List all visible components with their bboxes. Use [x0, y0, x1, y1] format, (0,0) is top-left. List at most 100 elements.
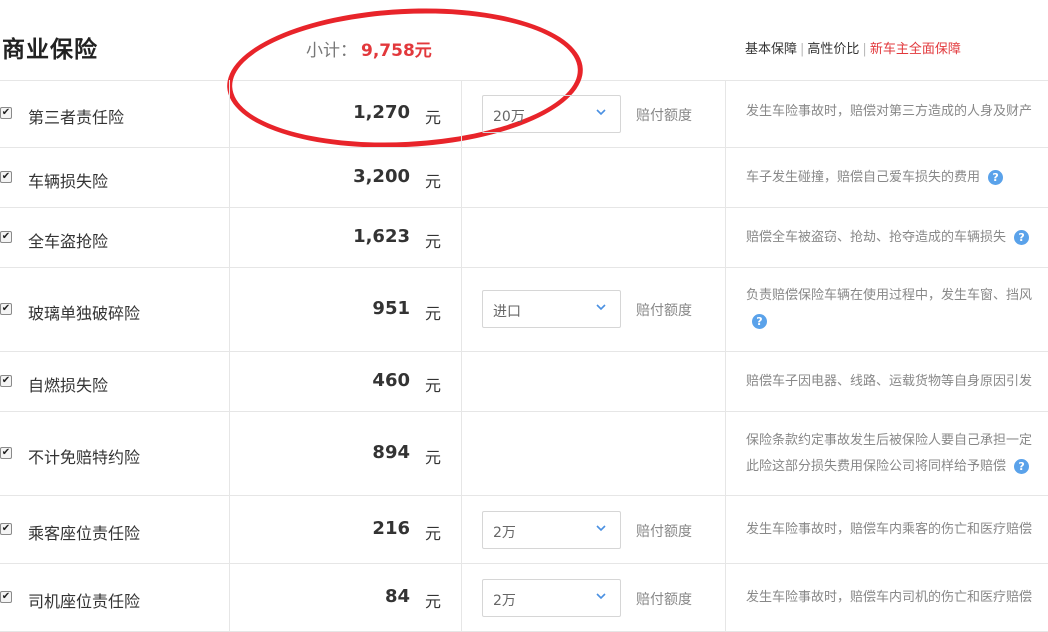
- divider: [725, 564, 726, 631]
- divider: [229, 208, 230, 267]
- plan-link-new-owner[interactable]: 新车主全面保障: [870, 42, 961, 57]
- insurance-price: 1,270: [353, 102, 410, 123]
- amount-label: 赔付额度: [636, 108, 692, 124]
- description-text: 保险条款约定事故发生后被保险人要自己承担一定: [746, 433, 1033, 448]
- description-text: 发生车险事故时，赔偿车内乘客的伤亡和医疗赔偿: [746, 522, 1033, 537]
- coverage-value: 20万: [493, 109, 525, 125]
- help-icon[interactable]: ?: [752, 314, 767, 329]
- section-header: 商业保险 小计： 9,758元 基本保障 | 高性价比 | 新车主全面保障: [0, 0, 1048, 81]
- divider: [229, 80, 230, 147]
- subtotal: 小计： 9,758元: [306, 36, 432, 61]
- row-checkbox[interactable]: ✔: [0, 447, 12, 459]
- insurance-row: ✔ 自燃损失险 460 元 赔偿车子因电器、线路、运载货物等自身原因引发: [0, 352, 1048, 412]
- price-unit: 元: [425, 376, 442, 395]
- coverage-value: 2万: [493, 593, 516, 609]
- divider: [725, 268, 726, 351]
- amount-label: 赔付额度: [636, 592, 692, 608]
- amount-label: 赔付额度: [636, 303, 692, 319]
- insurance-price: 894: [372, 442, 410, 463]
- divider: [461, 268, 462, 351]
- insurance-description: 发生车险事故时，赔偿车内司机的伤亡和医疗赔偿: [746, 585, 1032, 611]
- price-unit: 元: [425, 108, 442, 127]
- insurance-row: ✔ 玻璃单独破碎险 951 元 进口 赔付额度 负责赔偿保险车辆在使用过程中，发…: [0, 268, 1048, 352]
- description-text: 赔偿全车被盗窃、抢劫、抢夺造成的车辆损失: [746, 230, 1007, 245]
- row-checkbox[interactable]: ✔: [0, 107, 12, 119]
- insurance-description: 赔偿全车被盗窃、抢劫、抢夺造成的车辆损失?: [746, 225, 1030, 251]
- chevron-down-icon: [596, 109, 606, 116]
- insurance-name: 第三者责任险: [28, 108, 125, 127]
- insurance-row: ✔ 司机座位责任险 84 元 2万 赔付额度 发生车险事故时，赔偿车内司机的伤亡…: [0, 564, 1048, 632]
- divider: |: [862, 42, 867, 57]
- divider: [461, 208, 462, 267]
- divider: [725, 80, 726, 147]
- insurance-name: 车辆损失险: [28, 172, 109, 191]
- insurance-name: 不计免赔特约险: [28, 448, 141, 467]
- divider: [461, 352, 462, 411]
- divider: [229, 496, 230, 563]
- divider: [229, 412, 230, 495]
- insurance-row: ✔ 第三者责任险 1,270 元 20万 赔付额度 发生车险事故时，赔偿对第三方…: [0, 80, 1048, 148]
- description-text: 发生车险事故时，赔偿对第三方造成的人身及财产: [746, 104, 1033, 119]
- section-title: 商业保险: [2, 37, 98, 63]
- price-unit: 元: [425, 524, 442, 543]
- insurance-list: ✔ 第三者责任险 1,270 元 20万 赔付额度 发生车险事故时，赔偿对第三方…: [0, 80, 1048, 632]
- insurance-name: 全车盗抢险: [28, 232, 109, 251]
- insurance-description: 发生车险事故时，赔偿车内乘客的伤亡和医疗赔偿: [746, 517, 1032, 543]
- plan-links: 基本保障 | 高性价比 | 新车主全面保障: [745, 38, 961, 57]
- divider: [461, 148, 462, 207]
- description-text: 此险这部分损失费用保险公司将同样给予赔偿: [746, 459, 1007, 474]
- plan-link-basic[interactable]: 基本保障: [745, 42, 797, 57]
- coverage-value: 2万: [493, 525, 516, 541]
- chevron-down-icon: [596, 525, 606, 532]
- divider: [461, 496, 462, 563]
- plan-link-value[interactable]: 高性价比: [807, 42, 859, 57]
- divider: [229, 564, 230, 631]
- divider: [229, 148, 230, 207]
- coverage-value: 进口: [493, 304, 521, 320]
- insurance-description: 车子发生碰撞，赔偿自己爱车损失的费用?: [746, 165, 1004, 191]
- insurance-price: 216: [372, 518, 410, 539]
- insurance-row: ✔ 乘客座位责任险 216 元 2万 赔付额度 发生车险事故时，赔偿车内乘客的伤…: [0, 496, 1048, 564]
- insurance-row: ✔ 不计免赔特约险 894 元 保险条款约定事故发生后被保险人要自己承担一定 此险…: [0, 412, 1048, 496]
- insurance-name: 自燃损失险: [28, 376, 109, 395]
- row-checkbox[interactable]: ✔: [0, 375, 12, 387]
- help-icon[interactable]: ?: [1014, 230, 1030, 245]
- subtotal-value: 9,758元: [361, 41, 432, 61]
- chevron-down-icon: [596, 593, 606, 600]
- coverage-select[interactable]: 进口: [482, 290, 621, 328]
- insurance-price: 84: [384, 586, 410, 607]
- divider: |: [800, 42, 805, 57]
- subtotal-label: 小计：: [306, 41, 357, 61]
- divider: [725, 208, 726, 267]
- row-checkbox[interactable]: ✔: [0, 303, 12, 315]
- coverage-select[interactable]: 2万: [482, 511, 621, 549]
- divider: [725, 496, 726, 563]
- price-unit: 元: [425, 172, 442, 191]
- description-text: 车子发生碰撞，赔偿自己爱车损失的费用: [746, 170, 981, 185]
- divider: [725, 352, 726, 411]
- divider: [725, 412, 726, 495]
- description-text: 赔偿车子因电器、线路、运载货物等自身原因引发: [746, 374, 1033, 389]
- row-checkbox[interactable]: ✔: [0, 523, 12, 535]
- coverage-select[interactable]: 20万: [482, 95, 621, 133]
- insurance-name: 玻璃单独破碎险: [28, 304, 141, 323]
- help-icon[interactable]: ?: [1014, 459, 1030, 474]
- description-text: 发生车险事故时，赔偿车内司机的伤亡和医疗赔偿: [746, 590, 1033, 605]
- row-checkbox[interactable]: ✔: [0, 171, 12, 183]
- price-unit: 元: [425, 592, 442, 611]
- row-checkbox[interactable]: ✔: [0, 591, 12, 603]
- insurance-name: 司机座位责任险: [28, 592, 141, 611]
- amount-label: 赔付额度: [636, 524, 692, 540]
- row-checkbox[interactable]: ✔: [0, 231, 12, 243]
- help-icon[interactable]: ?: [988, 170, 1004, 185]
- price-unit: 元: [425, 448, 442, 467]
- divider: [461, 564, 462, 631]
- insurance-row: ✔ 车辆损失险 3,200 元 车子发生碰撞，赔偿自己爱车损失的费用?: [0, 148, 1048, 208]
- insurance-price: 951: [372, 298, 410, 319]
- insurance-description: 负责赔偿保险车辆在使用过程中，发生车窗、挡风?: [746, 283, 1032, 335]
- insurance-price: 460: [372, 370, 410, 391]
- coverage-select[interactable]: 2万: [482, 579, 621, 617]
- insurance-price: 3,200: [353, 166, 410, 187]
- chevron-down-icon: [596, 304, 606, 311]
- insurance-name: 乘客座位责任险: [28, 524, 141, 543]
